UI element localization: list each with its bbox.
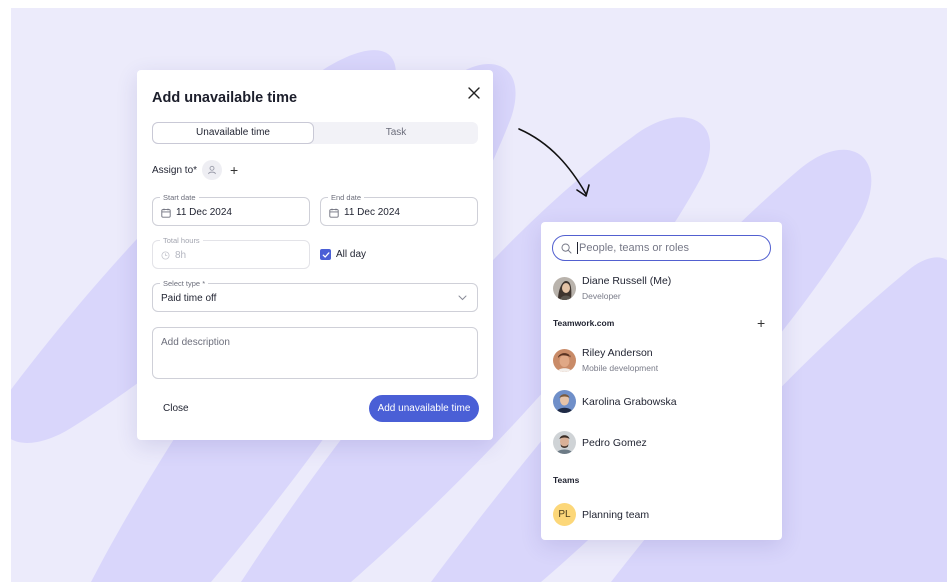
total-hours-value: 8h xyxy=(175,250,187,261)
tab-task[interactable]: Task xyxy=(314,122,478,144)
text-cursor xyxy=(577,242,578,254)
description-placeholder: Add description xyxy=(161,337,230,348)
user-icon xyxy=(208,165,216,175)
modal-title: Add unavailable time xyxy=(152,90,298,106)
close-icon[interactable] xyxy=(467,86,481,100)
search-box[interactable] xyxy=(552,235,771,261)
add-unavailable-time-modal: Add unavailable time Unavailable time Ta… xyxy=(137,70,493,440)
add-member-plus-icon[interactable]: + xyxy=(757,316,765,330)
add-assignee-plus-icon[interactable]: + xyxy=(230,163,238,177)
people-picker-panel: Diane Russell (Me) Developer Teamwork.co… xyxy=(541,222,782,540)
description-textarea[interactable]: Add description xyxy=(152,327,478,379)
assign-to-row: Assign to* + xyxy=(152,160,238,180)
all-day-label: All day xyxy=(336,249,367,260)
person-name: Karolina Grabowska xyxy=(582,395,677,408)
search-input[interactable] xyxy=(579,242,749,254)
select-type-dropdown[interactable]: Select type * Paid time off xyxy=(152,279,478,312)
person-name: Diane Russell (Me) xyxy=(582,275,672,287)
avatar xyxy=(553,348,576,372)
end-date-label: End date xyxy=(328,193,365,202)
total-hours-field: Total hours 8h xyxy=(152,236,310,269)
group-title: Teamwork.com xyxy=(553,318,615,328)
select-type-label: Select type * xyxy=(160,279,209,288)
list-item-me[interactable]: Diane Russell (Me) Developer xyxy=(553,274,671,302)
start-date-field[interactable]: Start date 11 Dec 2024 xyxy=(152,193,310,226)
calendar-icon xyxy=(329,208,339,218)
chevron-down-icon xyxy=(458,295,467,301)
type-segmented-control: Unavailable time Task xyxy=(152,122,478,144)
person-role: Mobile development xyxy=(582,363,659,373)
assign-user-button[interactable] xyxy=(202,160,223,180)
avatar xyxy=(553,276,576,300)
end-date-field[interactable]: End date 11 Dec 2024 xyxy=(320,193,478,226)
add-unavailable-time-button[interactable]: Add unavailable time xyxy=(369,395,479,422)
avatar xyxy=(553,390,576,413)
person-name: Riley Anderson xyxy=(582,347,653,359)
list-item[interactable]: Pedro Gomez xyxy=(553,431,647,454)
team-name: Planning team xyxy=(582,508,650,521)
close-button[interactable]: Close xyxy=(163,403,189,414)
select-type-value: Paid time off xyxy=(161,293,217,304)
teams-title: Teams xyxy=(553,475,580,485)
list-item-team[interactable]: PL Planning team xyxy=(553,503,649,526)
assign-to-label: Assign to* xyxy=(152,164,198,176)
all-day-checkbox[interactable]: All day xyxy=(320,249,366,260)
team-avatar: PL xyxy=(553,503,576,526)
list-item[interactable]: Riley Anderson Mobile development xyxy=(553,346,658,374)
person-role: Developer xyxy=(582,291,621,301)
checkbox-checked-icon xyxy=(320,249,331,260)
end-date-value: 11 Dec 2024 xyxy=(344,207,400,218)
start-date-value: 11 Dec 2024 xyxy=(176,207,232,218)
tab-unavailable-time[interactable]: Unavailable time xyxy=(152,122,314,144)
search-icon xyxy=(561,243,572,253)
clock-icon xyxy=(161,251,170,260)
person-name: Pedro Gomez xyxy=(582,436,647,449)
calendar-icon xyxy=(161,208,171,218)
avatar xyxy=(553,431,576,454)
list-item[interactable]: Karolina Grabowska xyxy=(553,390,677,413)
start-date-label: Start date xyxy=(160,193,199,202)
total-hours-label: Total hours xyxy=(160,236,203,245)
